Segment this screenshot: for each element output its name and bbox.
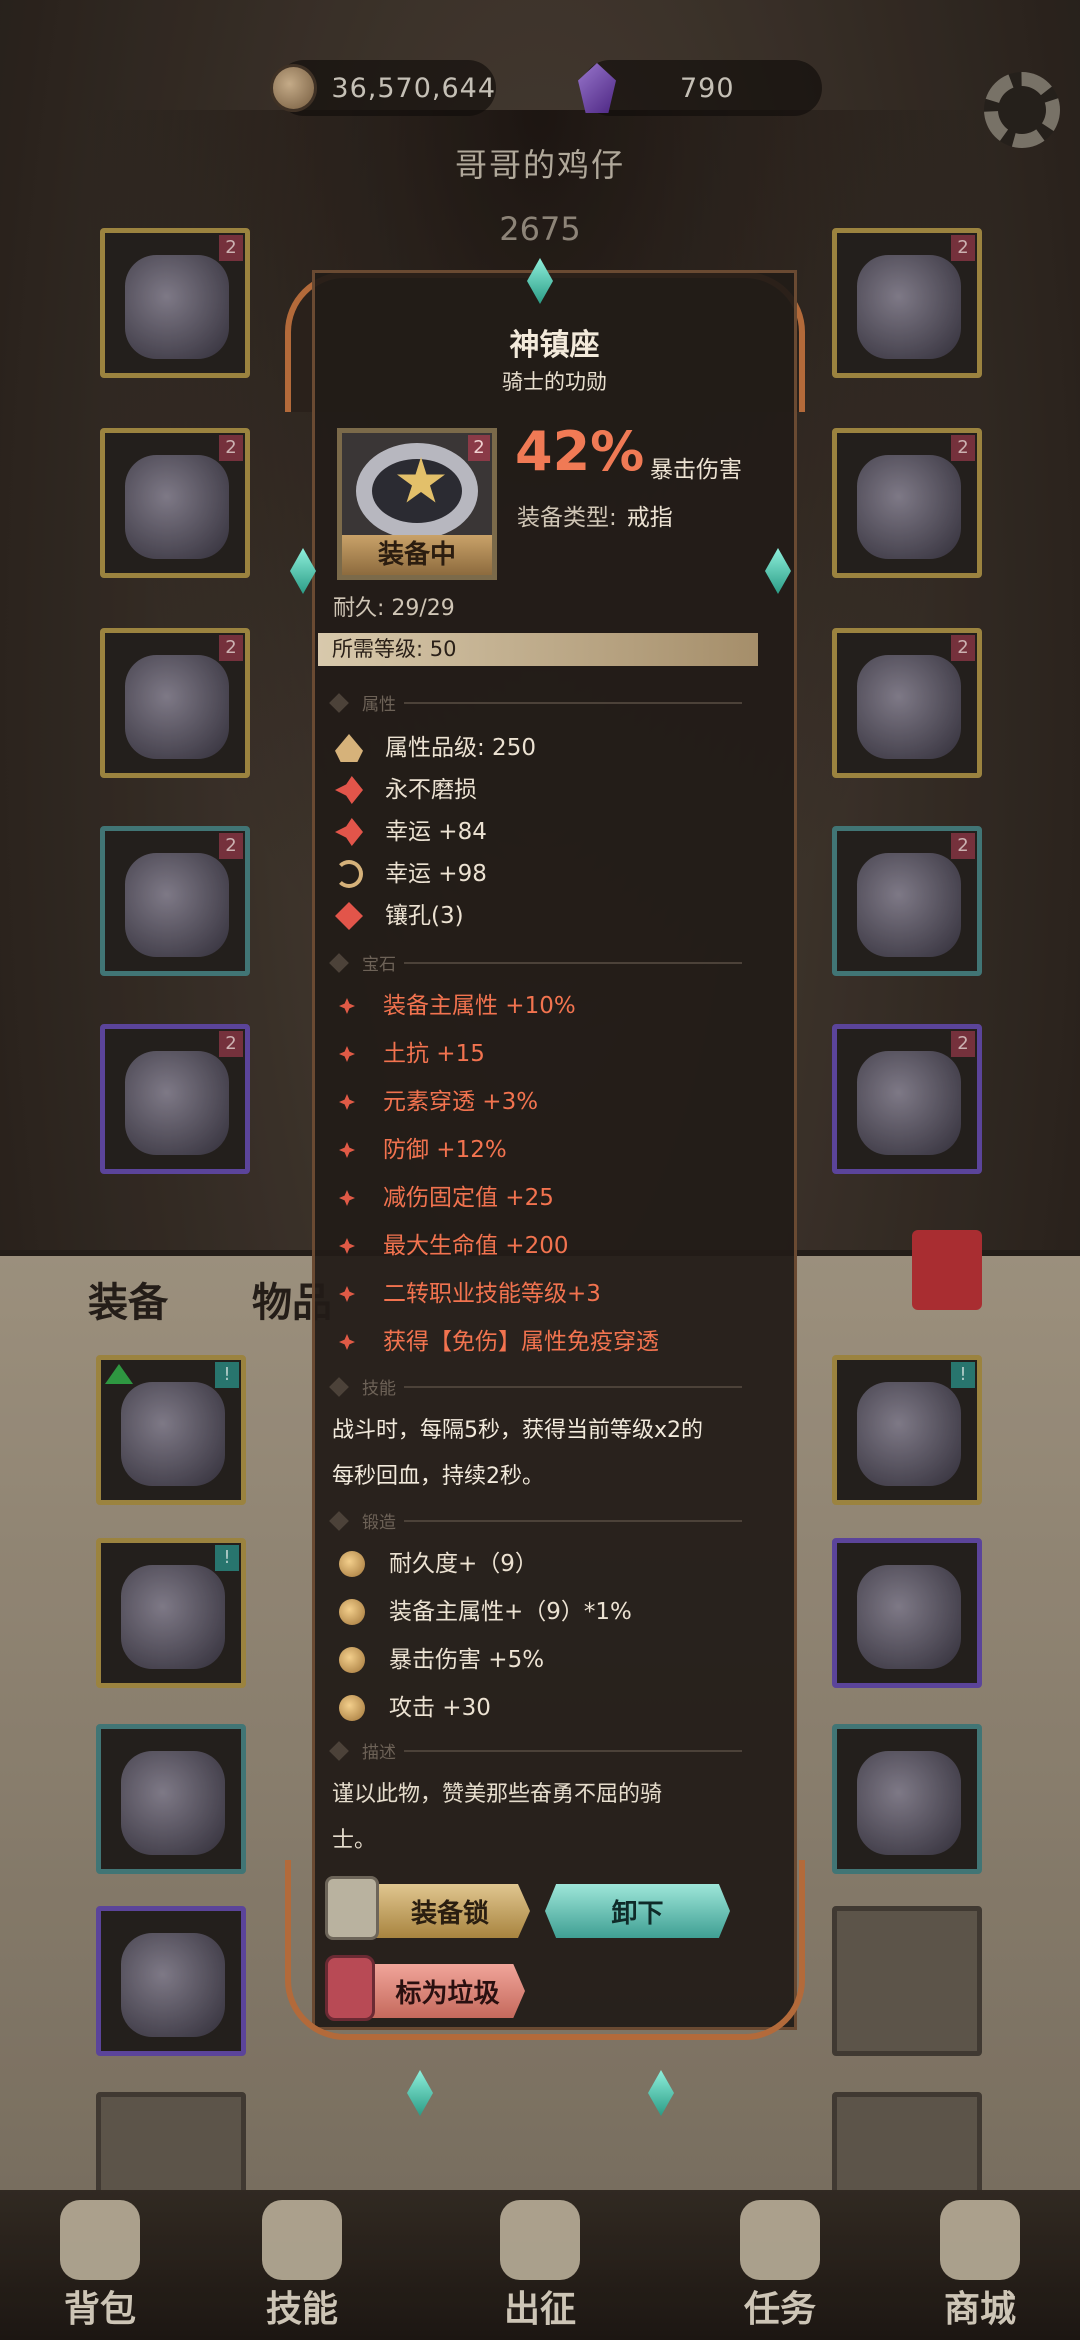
skill-description: 战斗时，每隔5秒，获得当前等级x2的 每秒回血，持续2秒。: [332, 1408, 782, 1500]
cycle-icon: [335, 860, 363, 888]
forge-row: 装备主属性+（9）*1%: [335, 1592, 775, 1632]
attribute-row: 幸运 +98: [335, 854, 775, 894]
equip-type-value: 戒指: [626, 505, 673, 531]
item-title: 神镇座: [509, 328, 600, 363]
gem-row: 元素穿透 +3%: [335, 1082, 775, 1122]
forge-orb-icon: [339, 1551, 365, 1577]
gem-bullet-icon: [339, 1046, 355, 1062]
equip-type-label: 装备类型:: [517, 505, 617, 531]
section-header-description: 描述: [329, 1738, 762, 1764]
attribute-row: 幸运 +84: [335, 812, 775, 852]
section-header-skills: 技能: [329, 1374, 762, 1400]
equipped-label: 装备中: [342, 535, 492, 575]
forge-orb-icon: [339, 1647, 365, 1673]
gem-row: 土抗 +15: [335, 1034, 775, 1074]
item-icon-frame: 2 装备中: [337, 428, 497, 580]
lore-line: 谨以此物，赞美那些奋勇不屈的骑: [332, 1782, 663, 1807]
gem-row: 二转职业技能等级+3: [335, 1274, 775, 1314]
junk-jar-icon: [325, 1955, 375, 2021]
forge-row: 攻击 +30: [335, 1688, 775, 1728]
forge-row: 耐久度+（9）: [335, 1544, 775, 1584]
section-header-gems: 宝石: [329, 950, 762, 976]
gem-row: 防御 +12%: [335, 1130, 775, 1170]
gem-row: 装备主属性 +10%: [335, 986, 775, 1026]
padlock-icon: [325, 1876, 379, 1940]
durability: 耐久: 29/29: [333, 596, 455, 621]
tier-badge: 2: [468, 435, 490, 461]
gem-bullet-icon: [339, 1238, 355, 1254]
luck-icon: [335, 818, 363, 846]
attribute-row: 属性品级: 250: [335, 728, 775, 768]
skill-line: 战斗时，每隔5秒，获得当前等级x2的: [332, 1418, 704, 1443]
socket-icon: [335, 902, 363, 930]
gem-row: 获得【免伤】属性免疫穿透: [335, 1322, 775, 1362]
gem-bullet-icon: [339, 998, 355, 1014]
gem-bullet-icon: [339, 1286, 355, 1302]
crit-damage-label: 暴击伤害: [650, 457, 742, 483]
gem-row: 最大生命值 +200: [335, 1226, 775, 1266]
unbreakable-icon: [335, 776, 363, 804]
item-subtitle: 骑士的功勋: [502, 370, 607, 394]
gem-bullet-icon: [339, 1334, 355, 1350]
crit-damage-value: 42%: [515, 420, 645, 483]
unequip-button[interactable]: 卸下: [545, 1884, 730, 1938]
quality-icon: [335, 734, 363, 762]
gem-row: 减伤固定值 +25: [335, 1178, 775, 1218]
forge-row: 暴击伤害 +5%: [335, 1640, 775, 1680]
attribute-row: 永不磨损: [335, 770, 775, 810]
gem-bullet-icon: [339, 1094, 355, 1110]
attribute-row: 镶孔(3): [335, 896, 775, 936]
required-level-bar: 所需等级: 50: [318, 633, 758, 666]
forge-orb-icon: [339, 1695, 365, 1721]
equip-type: 装备类型: 戒指: [517, 498, 673, 532]
forge-orb-icon: [339, 1599, 365, 1625]
section-header-forge: 锻造: [329, 1508, 762, 1534]
gem-bullet-icon: [339, 1142, 355, 1158]
gem-bullet-icon: [339, 1190, 355, 1206]
skill-line: 每秒回血，持续2秒。: [332, 1464, 544, 1489]
item-lore: 谨以此物，赞美那些奋勇不屈的骑 士。: [332, 1772, 772, 1864]
lore-line: 士。: [332, 1828, 377, 1853]
section-header-attributes: 属性: [329, 690, 762, 716]
